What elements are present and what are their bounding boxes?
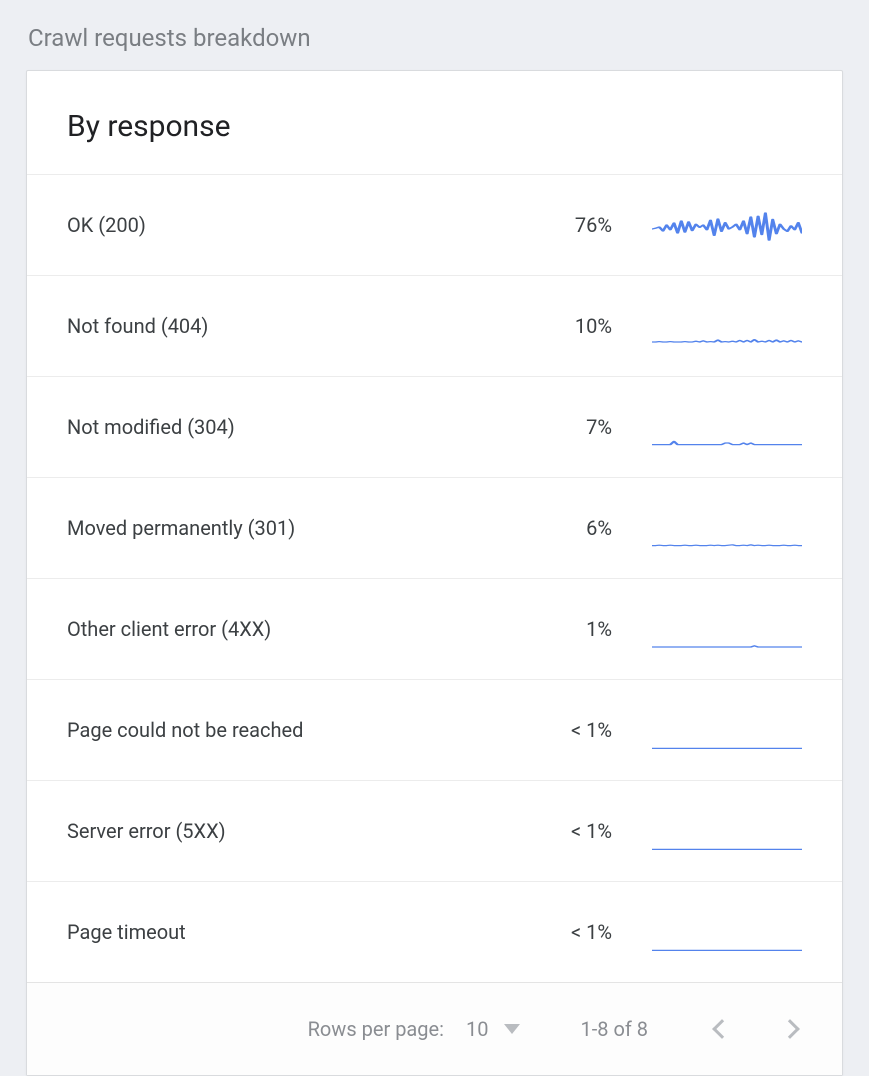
table-row[interactable]: Server error (5XX)< 1%: [27, 780, 842, 881]
table-row[interactable]: Other client error (4XX)1%: [27, 578, 842, 679]
sparkline: [652, 508, 802, 548]
table-row[interactable]: Not found (404)10%: [27, 275, 842, 376]
row-value: 6%: [512, 516, 612, 540]
sparkline: [652, 407, 802, 447]
row-label: Page timeout: [67, 920, 512, 944]
rows-per-page-select[interactable]: 10: [466, 1017, 520, 1041]
sparkline: [652, 205, 802, 245]
sparkline: [652, 609, 802, 649]
table-row[interactable]: OK (200)76%: [27, 174, 842, 275]
chevron-right-icon: [780, 1019, 800, 1039]
card-header: By response: [27, 71, 842, 174]
page-title: Crawl requests breakdown: [28, 24, 843, 52]
response-rows: OK (200)76%Not found (404)10%Not modifie…: [27, 174, 842, 982]
row-label: Other client error (4XX): [67, 617, 512, 641]
row-label: Not modified (304): [67, 415, 512, 439]
next-page-button[interactable]: [766, 1005, 814, 1053]
pagination-range: 1-8 of 8: [580, 1017, 648, 1041]
sparkline: [652, 811, 802, 851]
row-value: 7%: [512, 415, 612, 439]
row-label: OK (200): [67, 213, 512, 237]
table-row[interactable]: Moved permanently (301)6%: [27, 477, 842, 578]
chevron-left-icon: [712, 1019, 732, 1039]
card-title: By response: [67, 109, 802, 144]
prev-page-button[interactable]: [698, 1005, 746, 1053]
row-value: 76%: [512, 213, 612, 237]
row-value: < 1%: [512, 718, 612, 742]
sparkline: [652, 710, 802, 750]
rows-per-page-label: Rows per page:: [308, 1017, 444, 1041]
table-row[interactable]: Not modified (304)7%: [27, 376, 842, 477]
row-value: 10%: [512, 314, 612, 338]
row-label: Moved permanently (301): [67, 516, 512, 540]
table-row[interactable]: Page timeout< 1%: [27, 881, 842, 982]
sparkline: [652, 306, 802, 346]
row-value: 1%: [512, 617, 612, 641]
table-row[interactable]: Page could not be reached< 1%: [27, 679, 842, 780]
row-label: Page could not be reached: [67, 718, 512, 742]
row-label: Not found (404): [67, 314, 512, 338]
row-label: Server error (5XX): [67, 819, 512, 843]
sparkline: [652, 912, 802, 952]
breakdown-card: By response OK (200)76%Not found (404)10…: [26, 70, 843, 1076]
rows-per-page-value: 10: [466, 1017, 488, 1041]
table-footer: Rows per page: 10 1-8 of 8: [27, 982, 842, 1075]
row-value: < 1%: [512, 920, 612, 944]
row-value: < 1%: [512, 819, 612, 843]
dropdown-icon: [504, 1024, 520, 1034]
